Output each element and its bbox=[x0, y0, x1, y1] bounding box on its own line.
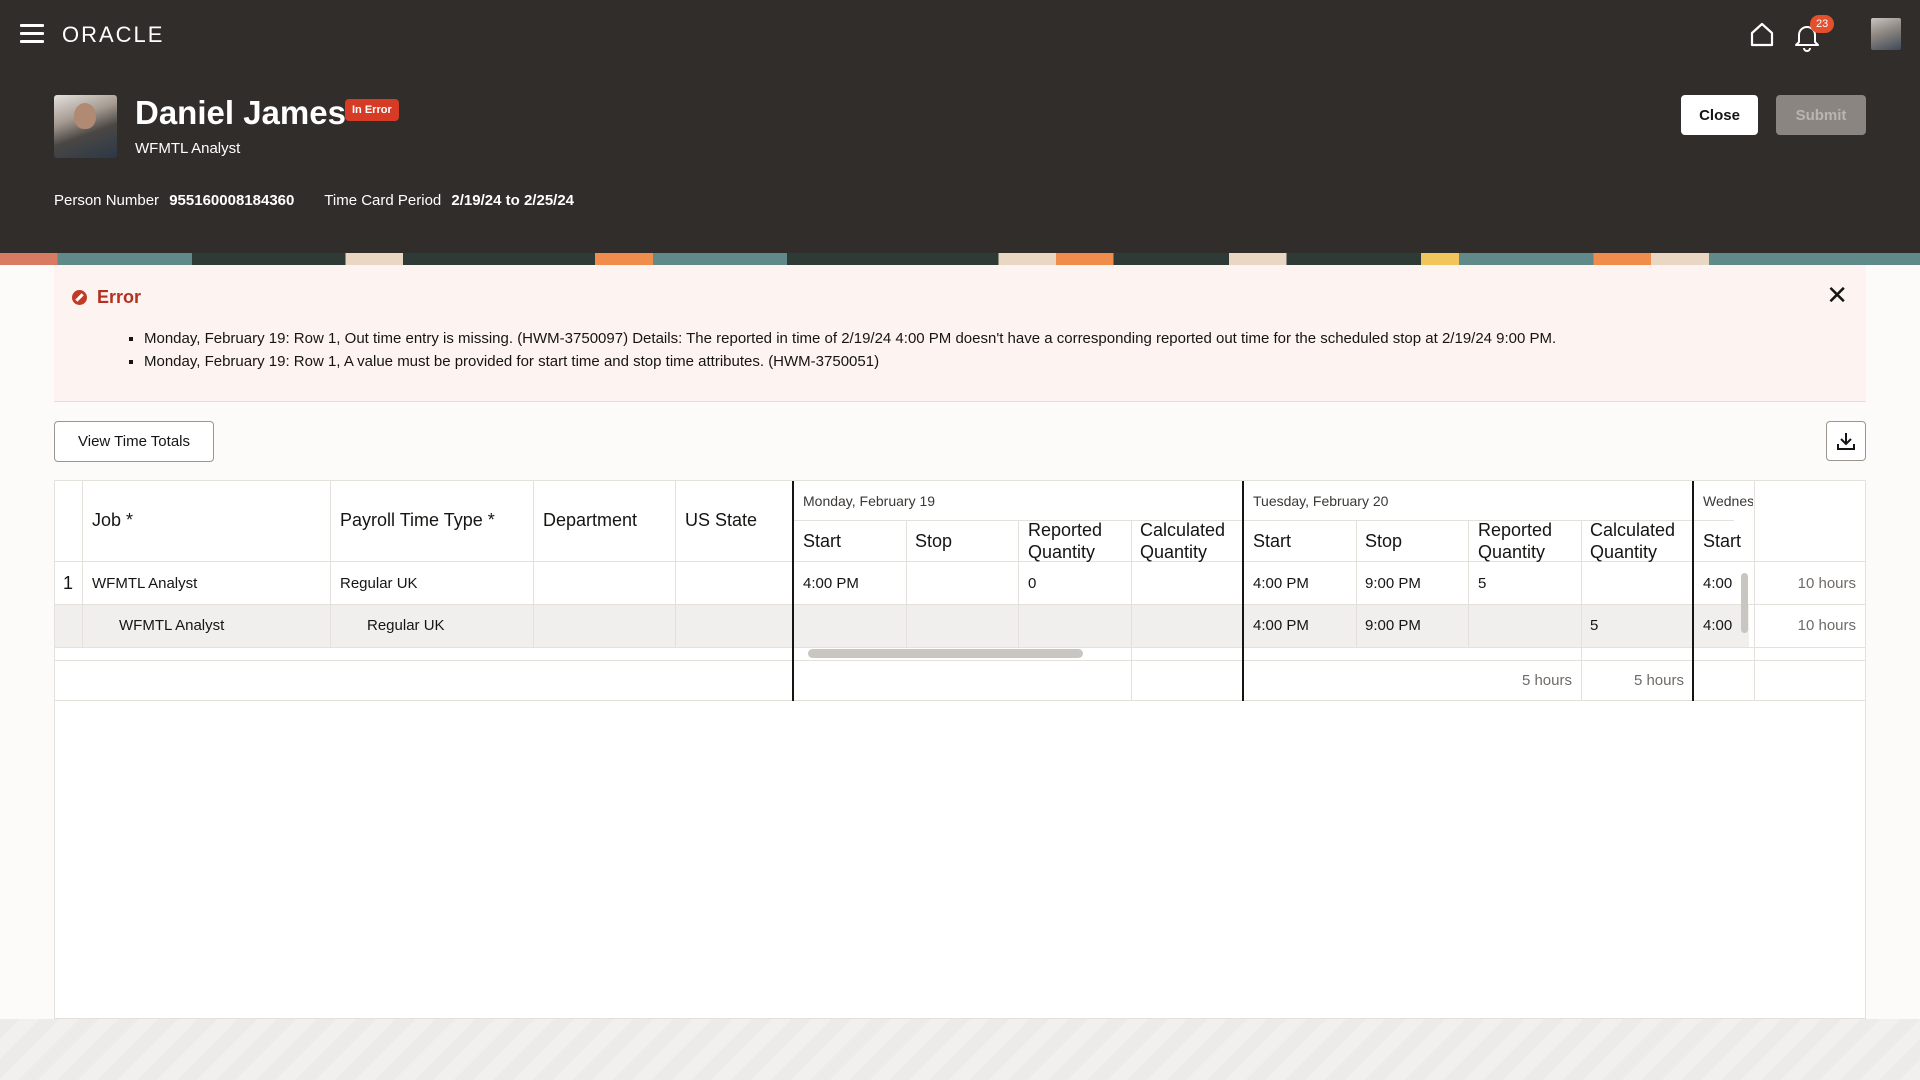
decorative-banner bbox=[0, 253, 1920, 265]
home-icon[interactable] bbox=[1748, 20, 1776, 48]
table-row-highlight bbox=[55, 605, 1749, 647]
day-header-tuesday: Tuesday, February 20 bbox=[1253, 493, 1389, 509]
column-header-us-state[interactable]: US State bbox=[685, 510, 757, 531]
grid-line bbox=[1356, 521, 1357, 647]
tue-start-cell[interactable]: 4:00 PM bbox=[1253, 575, 1309, 592]
column-header-calculated-quantity[interactable]: Calculated Quantity bbox=[1140, 519, 1240, 563]
view-time-totals-button[interactable]: View Time Totals bbox=[54, 421, 214, 462]
wed-start-cell[interactable]: 4:00 bbox=[1703, 575, 1732, 592]
column-header-start[interactable]: Start bbox=[803, 531, 841, 552]
error-message: Monday, February 19: Row 1, Out time ent… bbox=[144, 330, 1556, 348]
column-header-reported-quantity[interactable]: Reported Quantity bbox=[1028, 519, 1128, 563]
column-header-department[interactable]: Department bbox=[543, 510, 637, 531]
status-badge: In Error bbox=[345, 99, 399, 121]
row-total: 10 hours bbox=[1797, 617, 1856, 634]
download-icon bbox=[1837, 433, 1855, 450]
error-icon bbox=[72, 290, 87, 305]
tue-start-cell[interactable]: 4:00 PM bbox=[1253, 617, 1309, 634]
grid-line bbox=[82, 481, 83, 647]
grid-line bbox=[55, 660, 1865, 661]
period-value: 2/19/24 to 2/25/24 bbox=[451, 192, 575, 209]
footer-background bbox=[0, 1019, 1920, 1080]
submit-button[interactable]: Submit bbox=[1776, 95, 1866, 135]
grid-line bbox=[330, 481, 331, 647]
person-name: Daniel James bbox=[135, 94, 346, 131]
oracle-logo: ORACLE bbox=[62, 22, 165, 47]
error-title: Error bbox=[97, 287, 142, 307]
person-number-label: Person Number bbox=[54, 192, 160, 209]
notifications-button[interactable]: 23 bbox=[1793, 15, 1835, 52]
grid-line bbox=[55, 604, 1865, 605]
day-divider bbox=[1242, 481, 1244, 701]
download-button[interactable] bbox=[1826, 421, 1866, 461]
profile-photo bbox=[54, 95, 117, 158]
tue-stop-cell[interactable]: 9:00 PM bbox=[1365, 617, 1421, 634]
vertical-scrollbar[interactable] bbox=[1741, 573, 1748, 633]
hamburger-menu-icon[interactable] bbox=[20, 24, 44, 44]
day-header-wednesday: Wednes bbox=[1703, 493, 1753, 509]
grid-line bbox=[906, 521, 907, 647]
grid-line bbox=[1131, 521, 1132, 701]
timecard-meta: Person Number 955160008184360 Time Card … bbox=[54, 192, 600, 209]
tue-calculated-cell[interactable]: 5 bbox=[1590, 617, 1598, 634]
column-header-job[interactable]: Job * bbox=[92, 510, 133, 531]
mon-reported-cell[interactable]: 0 bbox=[1028, 575, 1036, 592]
column-header-payroll-time-type[interactable]: Payroll Time Type * bbox=[340, 510, 495, 531]
column-header-start[interactable]: Start bbox=[1703, 531, 1741, 552]
grid-line bbox=[1468, 521, 1469, 647]
payroll-cell[interactable]: Regular UK bbox=[367, 617, 445, 634]
day-divider bbox=[1692, 481, 1694, 701]
job-cell[interactable]: WFMTL Analyst bbox=[92, 575, 197, 592]
period-label: Time Card Period bbox=[324, 192, 442, 209]
job-title: WFMTL Analyst bbox=[135, 140, 241, 157]
close-button[interactable]: Close bbox=[1681, 95, 1758, 135]
tue-reported-cell[interactable]: 5 bbox=[1478, 575, 1486, 592]
column-header-stop[interactable]: Stop bbox=[915, 531, 952, 552]
day-header-monday: Monday, February 19 bbox=[803, 493, 936, 509]
horizontal-scrollbar[interactable] bbox=[808, 649, 1083, 658]
row-number: 1 bbox=[63, 573, 74, 593]
user-avatar[interactable] bbox=[1871, 18, 1901, 50]
notification-count-badge: 23 bbox=[1810, 15, 1835, 33]
column-header-stop[interactable]: Stop bbox=[1365, 531, 1402, 552]
column-header-calculated-quantity[interactable]: Calculated Quantity bbox=[1590, 519, 1690, 563]
close-icon[interactable]: ✕ bbox=[1826, 282, 1848, 308]
tue-reported-total: 5 hours bbox=[1521, 672, 1572, 689]
error-list: Monday, February 19: Row 1, Out time ent… bbox=[144, 330, 1556, 376]
grid-line bbox=[675, 481, 676, 647]
column-header-start[interactable]: Start bbox=[1253, 531, 1291, 552]
grid-line bbox=[1018, 521, 1019, 647]
error-message: Monday, February 19: Row 1, A value must… bbox=[144, 353, 1556, 371]
tue-stop-cell[interactable]: 9:00 PM bbox=[1365, 575, 1421, 592]
job-cell[interactable]: WFMTL Analyst bbox=[119, 617, 224, 634]
day-divider bbox=[792, 481, 794, 701]
person-number-value: 955160008184360 bbox=[169, 192, 295, 209]
grid-line bbox=[55, 700, 1865, 701]
mon-start-cell[interactable]: 4:00 PM bbox=[803, 575, 859, 592]
column-header-reported-quantity[interactable]: Reported Quantity bbox=[1478, 519, 1578, 563]
row-total: 10 hours bbox=[1797, 575, 1856, 592]
grid-line bbox=[55, 647, 1865, 648]
tue-calculated-total: 5 hours bbox=[1633, 672, 1684, 689]
grid-line bbox=[1754, 481, 1755, 701]
wed-start-cell[interactable]: 4:00 bbox=[1703, 617, 1732, 634]
error-message-box: Error ✕ Monday, February 19: Row 1, Out … bbox=[54, 265, 1866, 402]
grid-line bbox=[533, 481, 534, 647]
payroll-cell[interactable]: Regular UK bbox=[340, 575, 418, 592]
